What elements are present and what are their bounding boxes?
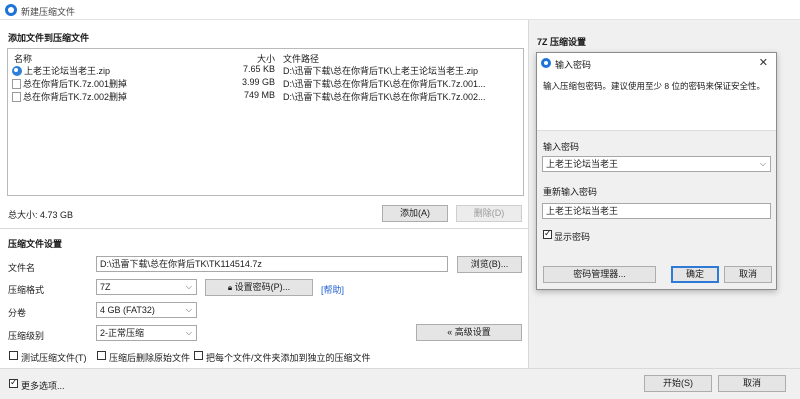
password-value: 上老王论坛当老王 (546, 159, 619, 169)
separate-archives-checkbox[interactable] (194, 351, 203, 360)
file-row[interactable]: 上老王论坛当老王.zip 7.65 KB D:\迅雷下载\总在你背后TK\上老王… (8, 64, 523, 77)
help-link[interactable]: [帮助] (321, 283, 344, 296)
file-row[interactable]: 总在你背后TK.7z.001删掉 3.99 GB D:\迅雷下载\总在你背后TK… (8, 77, 523, 90)
delete-after-label: 压缩后删除原始文件 (109, 353, 191, 363)
dialog-title: 输入密码 (555, 60, 592, 70)
ok-button[interactable]: 确定 (671, 266, 719, 283)
level-value: 2-正常压缩 (100, 328, 145, 338)
reenter-password-label: 重新输入密码 (543, 187, 598, 197)
window-title: 新建压缩文件 (21, 7, 76, 17)
delete-button[interactable]: 删除(D) (456, 205, 522, 222)
start-button[interactable]: 开始(S) (644, 375, 712, 392)
chevron-down-icon: ⌵ (759, 159, 766, 168)
test-archive-label: 测试压缩文件(T) (21, 353, 87, 363)
file-list-header: 名称 大小 文件路径 (8, 49, 523, 64)
add-button[interactable]: 添加(A) (382, 205, 448, 222)
advanced-settings-button[interactable]: « 高级设置 (416, 324, 522, 341)
file-path: D:\迅雷下载\总在你背后TK\总在你背后TK.7z.002... (283, 92, 486, 102)
file-row[interactable]: 总在你背后TK.7z.002删掉 749 MB D:\迅雷下载\总在你背后TK\… (8, 90, 523, 103)
chevron-down-icon: ⌵ (185, 282, 192, 291)
file-name: 上老王论坛当老王.zip (24, 66, 111, 76)
divider (0, 228, 529, 229)
split-value: 4 GB (FAT32) (100, 305, 155, 315)
app-logo-icon (5, 4, 17, 16)
set-password-label: 设置密码(P)... (234, 282, 291, 292)
split-label: 分卷 (8, 308, 27, 318)
zip-file-icon (12, 66, 22, 76)
filename-input[interactable]: D:\迅雷下载\总在你背后TK\TK114514.7z (96, 256, 448, 272)
enter-password-label: 输入密码 (543, 142, 580, 152)
more-options-checkbox[interactable] (9, 377, 18, 388)
set-password-button[interactable]: 🔒︎ 设置密码(P)... (205, 279, 313, 296)
dialog-hint-text: 输入压缩包密码。建议使用至少 8 位的密码来保证安全性。 (543, 81, 765, 91)
show-password-label: 显示密码 (554, 232, 591, 242)
format-select[interactable]: 7Z ⌵ (96, 279, 197, 295)
app-logo-icon (541, 58, 551, 68)
7z-settings-heading: 7Z 压缩设置 (537, 37, 587, 47)
file-name: 总在你背后TK.7z.002删掉 (23, 92, 128, 102)
file-path: D:\迅雷下载\总在你背后TK\上老王论坛当老王.zip (283, 66, 479, 76)
file-icon (12, 92, 21, 102)
close-icon[interactable]: ✕ (759, 56, 768, 69)
level-select[interactable]: 2-正常压缩 ⌵ (96, 325, 197, 341)
file-path: D:\迅雷下载\总在你背后TK\总在你背后TK.7z.001... (283, 79, 486, 89)
filename-label: 文件名 (8, 263, 36, 273)
dialog-hint-area: 输入压缩包密码。建议使用至少 8 位的密码来保证安全性。 (537, 73, 776, 131)
password-dialog: 输入密码 ✕ 输入压缩包密码。建议使用至少 8 位的密码来保证安全性。 输入密码… (536, 52, 777, 290)
dialog-cancel-button[interactable]: 取消 (724, 266, 772, 283)
format-label: 压缩格式 (8, 285, 45, 295)
delete-after-checkbox[interactable] (97, 351, 106, 360)
file-size: 7.65 KB (242, 64, 275, 74)
password-manager-button[interactable]: 密码管理器... (543, 266, 656, 283)
reenter-password-input[interactable]: 上老王论坛当老王 (542, 203, 771, 219)
add-files-heading: 添加文件到压缩文件 (8, 33, 90, 43)
password-input[interactable]: 上老王论坛当老王 ⌵ (542, 156, 771, 172)
file-list[interactable]: 名称 大小 文件路径 上老王论坛当老王.zip 7.65 KB D:\迅雷下载\… (7, 48, 524, 196)
file-size: 3.99 GB (241, 77, 275, 87)
split-select[interactable]: 4 GB (FAT32) ⌵ (96, 302, 197, 318)
level-label: 压缩级别 (8, 331, 45, 341)
file-name: 总在你背后TK.7z.001删掉 (23, 79, 128, 89)
file-icon (12, 79, 21, 89)
browse-button[interactable]: 浏览(B)... (457, 256, 522, 273)
format-value: 7Z (100, 282, 111, 292)
title-bar: 新建压缩文件 (0, 0, 800, 20)
separate-archives-label: 把每个文件/文件夹添加到独立的压缩文件 (206, 353, 371, 363)
chevron-down-icon: ⌵ (185, 328, 192, 337)
archive-settings-heading: 压缩文件设置 (8, 239, 63, 249)
cancel-button[interactable]: 取消 (718, 375, 786, 392)
dialog-title-bar: 输入密码 ✕ (537, 53, 776, 73)
show-password-checkbox[interactable] (543, 228, 552, 239)
total-size-label: 总大小: 4.73 GB (8, 210, 74, 220)
lock-icon: 🔒︎ (227, 283, 233, 292)
test-archive-checkbox[interactable] (9, 351, 18, 360)
file-size: 749 MB (243, 90, 275, 100)
more-options-label: 更多选项... (21, 381, 65, 391)
chevron-down-icon: ⌵ (185, 305, 192, 314)
